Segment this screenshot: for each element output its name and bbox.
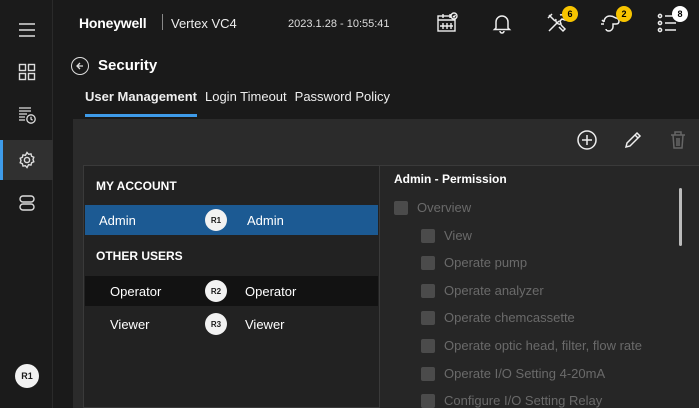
checkbox: [421, 255, 435, 270]
role-badge: R2: [205, 280, 227, 302]
permission-operate-optic-head: Operate optic head, filter, flow rate: [421, 338, 642, 353]
user-name: Viewer: [110, 316, 150, 332]
user-row-viewer[interactable]: Viewer R3 Viewer: [85, 309, 378, 339]
gear-icon: [18, 151, 35, 169]
menu-icon: [18, 23, 35, 37]
events-count-badge: 8: [672, 6, 688, 22]
user-role: Operator: [245, 283, 297, 299]
sidebar-item-history[interactable]: [0, 95, 53, 135]
alarms-count-badge: 2: [616, 6, 632, 22]
edit-user-button[interactable]: [621, 128, 645, 152]
calendar-button[interactable]: [434, 10, 460, 36]
permission-operate-pump: Operate pump: [421, 255, 527, 270]
permission-operate-chemcassette: Operate chemcassette: [421, 310, 575, 325]
plus-circle-icon: [577, 130, 597, 150]
sidebar-item-storage[interactable]: [0, 183, 53, 223]
permission-operate-io-4-20ma: Operate I/O Setting 4-20mA: [421, 366, 605, 381]
user-name: Admin: [99, 212, 136, 228]
user-name: Operator: [110, 283, 162, 299]
history-icon: [18, 107, 36, 124]
permissions-scrollbar[interactable]: [679, 188, 682, 246]
checkbox: [421, 310, 435, 325]
tools-count-badge: 6: [562, 6, 578, 22]
storage-icon: [18, 195, 35, 211]
brand-logo: Honeywell: [79, 15, 147, 31]
page-title: Security: [98, 57, 158, 74]
grid-icon: [18, 63, 35, 81]
checkbox: [421, 366, 435, 381]
role-badge: R1: [205, 209, 227, 231]
bell-icon: [492, 15, 512, 34]
sidebar-item-settings[interactable]: [0, 140, 53, 180]
events-button[interactable]: 8: [654, 6, 688, 36]
permissions-title: Admin - Permission: [394, 172, 507, 186]
pencil-icon: [624, 131, 642, 149]
back-button[interactable]: [71, 57, 89, 75]
checkbox: [421, 393, 435, 408]
delete-user-button[interactable]: [666, 128, 690, 152]
users-panel: MY ACCOUNT Admin R1 Admin OTHER USERS Op…: [83, 165, 380, 408]
user-row-admin[interactable]: Admin R1 Admin: [85, 205, 378, 235]
permissions-panel: Admin - Permission Overview View Operate…: [380, 165, 699, 408]
tab-user-management[interactable]: User Management: [85, 89, 197, 117]
menu-button[interactable]: [0, 10, 53, 50]
checkbox: [421, 283, 435, 298]
arrow-left-icon: [76, 62, 83, 70]
notifications-button[interactable]: [489, 10, 515, 36]
tab-bar: User Management Login Timeout Password P…: [85, 89, 398, 117]
trash-icon: [671, 131, 685, 149]
left-rail: R1: [0, 0, 53, 408]
permission-overview: Overview: [394, 200, 471, 215]
permission-view: View: [421, 228, 472, 243]
tab-login-timeout[interactable]: Login Timeout: [205, 89, 287, 117]
alarms-button[interactable]: 2: [598, 6, 632, 36]
checkbox: [394, 200, 408, 215]
datetime: 2023.1.28 - 10:55:41: [288, 18, 390, 30]
other-users-label: OTHER USERS: [96, 249, 183, 263]
role-badge: R3: [205, 313, 227, 335]
checkbox: [421, 228, 435, 243]
device-model: Vertex VC4: [171, 16, 237, 31]
user-role: Viewer: [245, 316, 285, 332]
tools-button[interactable]: 6: [544, 6, 578, 36]
sidebar-item-dashboard[interactable]: [0, 52, 53, 92]
add-user-button[interactable]: [575, 128, 599, 152]
tab-password-policy[interactable]: Password Policy: [295, 89, 390, 117]
user-role: Admin: [247, 212, 284, 228]
checkbox: [421, 338, 435, 353]
permission-configure-io-relay: Configure I/O Setting Relay: [421, 393, 602, 408]
avatar[interactable]: R1: [15, 364, 39, 388]
calendar-icon: [437, 12, 458, 32]
permission-operate-analyzer: Operate analyzer: [421, 283, 544, 298]
my-account-label: MY ACCOUNT: [96, 179, 177, 193]
top-bar: Honeywell Vertex VC4 2023.1.28 - 10:55:4…: [53, 0, 699, 50]
brand-divider: [162, 14, 163, 30]
user-row-operator[interactable]: Operator R2 Operator: [85, 276, 378, 306]
